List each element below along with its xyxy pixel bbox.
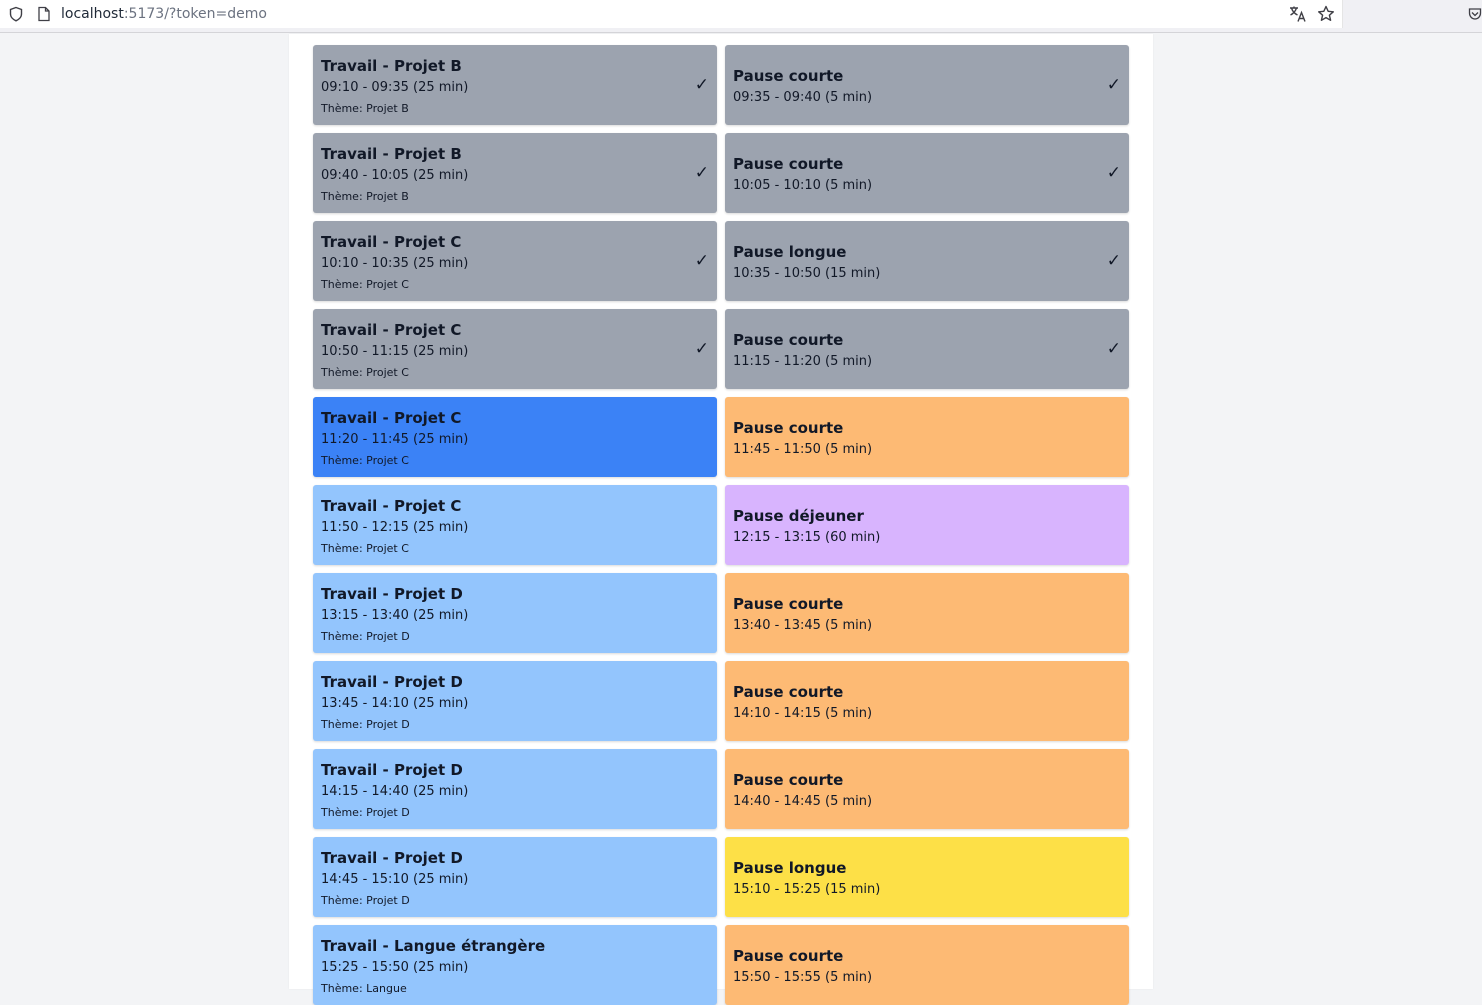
- session-title: Pause courte: [733, 771, 844, 789]
- checkmark-icon: ✓: [1106, 339, 1121, 359]
- session-theme: Thème: Projet C: [321, 454, 409, 467]
- work-session-card[interactable]: Travail - Projet D 13:15 - 13:40 (25 min)…: [313, 573, 717, 653]
- session-time: 13:45 - 14:10 (25 min): [321, 696, 469, 711]
- session-title: Travail - Projet D: [321, 761, 463, 779]
- session-title: Travail - Projet B: [321, 145, 462, 163]
- work-session-card[interactable]: Travail - Projet C 10:50 - 11:15 (25 min)…: [313, 309, 717, 389]
- session-title: Travail - Projet C: [321, 497, 462, 515]
- session-theme: Thème: Projet C: [321, 542, 409, 555]
- schedule-panel: Travail - Projet B 09:10 - 09:35 (25 min)…: [289, 34, 1153, 1005]
- session-time: 13:40 - 13:45 (5 min): [733, 618, 873, 633]
- session-title: Travail - Projet B: [321, 57, 462, 75]
- session-time: 12:15 - 13:15 (60 min): [733, 530, 881, 545]
- checkmark-icon: ✓: [694, 251, 709, 271]
- session-theme: Thème: Projet B: [321, 102, 409, 115]
- bookmark-star-icon[interactable]: [1316, 4, 1336, 24]
- session-theme: Thème: Projet D: [321, 894, 410, 907]
- session-title: Travail - Projet C: [321, 409, 462, 427]
- checkmark-icon: ✓: [694, 75, 709, 95]
- checkmark-icon: ✓: [694, 163, 709, 183]
- session-theme: Thème: Projet C: [321, 278, 409, 291]
- session-title: Pause longue: [733, 243, 847, 261]
- session-time: 10:50 - 11:15 (25 min): [321, 344, 469, 359]
- session-time: 11:50 - 12:15 (25 min): [321, 520, 469, 535]
- session-title: Travail - Langue étrangère: [321, 937, 546, 955]
- session-time: 14:40 - 14:45 (5 min): [733, 794, 873, 809]
- session-title: Travail - Projet D: [321, 673, 463, 691]
- break-card[interactable]: Pause courte 10:05 - 10:10 (5 min) ✓: [725, 133, 1129, 213]
- work-session-card[interactable]: Travail - Projet D 14:45 - 15:10 (25 min)…: [313, 837, 717, 917]
- break-card[interactable]: Pause longue 15:10 - 15:25 (15 min): [725, 837, 1129, 917]
- break-card[interactable]: Pause courte 15:50 - 15:55 (5 min): [725, 925, 1129, 1005]
- session-time: 15:25 - 15:50 (25 min): [321, 960, 469, 975]
- session-title: Pause courte: [733, 683, 844, 701]
- session-time: 10:05 - 10:10 (5 min): [733, 178, 873, 193]
- session-time: 15:50 - 15:55 (5 min): [733, 970, 873, 985]
- session-title: Travail - Projet C: [321, 321, 462, 339]
- work-session-card[interactable]: Travail - Projet B 09:40 - 10:05 (25 min)…: [313, 133, 717, 213]
- translate-icon[interactable]: [1288, 4, 1308, 24]
- work-session-card[interactable]: Travail - Projet C 11:20 - 11:45 (25 min)…: [313, 397, 717, 477]
- work-session-card[interactable]: Travail - Projet D 13:45 - 14:10 (25 min)…: [313, 661, 717, 741]
- session-title: Pause courte: [733, 67, 844, 85]
- session-theme: Thème: Projet C: [321, 366, 409, 379]
- break-card[interactable]: Pause courte 13:40 - 13:45 (5 min): [725, 573, 1129, 653]
- break-card[interactable]: Pause courte 14:40 - 14:45 (5 min): [725, 749, 1129, 829]
- session-theme: Thème: Projet D: [321, 806, 410, 819]
- session-time: 11:20 - 11:45 (25 min): [321, 432, 469, 447]
- url-text[interactable]: localhost:5173/?token=demo: [61, 5, 267, 23]
- session-time: 15:10 - 15:25 (15 min): [733, 882, 881, 897]
- work-session-card[interactable]: Travail - Projet B 09:10 - 09:35 (25 min)…: [313, 45, 717, 125]
- session-title: Pause courte: [733, 155, 844, 173]
- work-session-card[interactable]: Travail - Langue étrangère 15:25 - 15:50 …: [313, 925, 717, 1005]
- session-time: 09:35 - 09:40 (5 min): [733, 90, 873, 105]
- work-session-card[interactable]: Travail - Projet C 11:50 - 12:15 (25 min)…: [313, 485, 717, 565]
- session-title: Travail - Projet C: [321, 233, 462, 251]
- session-title: Pause courte: [733, 595, 844, 613]
- session-title: Pause déjeuner: [733, 507, 864, 525]
- break-card[interactable]: Pause courte 11:15 - 11:20 (5 min) ✓: [725, 309, 1129, 389]
- session-title: Travail - Projet D: [321, 585, 463, 603]
- session-time: 11:15 - 11:20 (5 min): [733, 354, 873, 369]
- checkmark-icon: ✓: [1106, 163, 1121, 183]
- page-icon: [38, 6, 50, 22]
- break-card[interactable]: Pause longue 10:35 - 10:50 (15 min) ✓: [725, 221, 1129, 301]
- session-time: 14:45 - 15:10 (25 min): [321, 872, 469, 887]
- session-title: Pause courte: [733, 419, 844, 437]
- browser-toolbar: localhost:5173/?token=demo: [0, 0, 1482, 33]
- break-card[interactable]: Pause courte 14:10 - 14:15 (5 min): [725, 661, 1129, 741]
- session-theme: Thème: Projet D: [321, 630, 410, 643]
- work-session-card[interactable]: Travail - Projet C 10:10 - 10:35 (25 min)…: [313, 221, 717, 301]
- break-card[interactable]: Pause courte 11:45 - 11:50 (5 min): [725, 397, 1129, 477]
- session-title: Pause longue: [733, 859, 847, 877]
- session-time: 14:15 - 14:40 (25 min): [321, 784, 469, 799]
- url-path: :5173/?token=demo: [123, 6, 267, 22]
- break-card[interactable]: Pause déjeuner 12:15 - 13:15 (60 min): [725, 485, 1129, 565]
- url-host: localhost: [61, 6, 124, 22]
- session-time: 14:10 - 14:15 (5 min): [733, 706, 873, 721]
- session-title: Pause courte: [733, 331, 844, 349]
- session-time: 11:45 - 11:50 (5 min): [733, 442, 873, 457]
- session-time: 09:10 - 09:35 (25 min): [321, 80, 469, 95]
- session-time: 13:15 - 13:40 (25 min): [321, 608, 469, 623]
- session-time: 10:35 - 10:50 (15 min): [733, 266, 881, 281]
- checkmark-icon: ✓: [694, 339, 709, 359]
- session-theme: Thème: Projet D: [321, 718, 410, 731]
- shield-icon[interactable]: [8, 6, 24, 22]
- work-session-card[interactable]: Travail - Projet D 14:15 - 14:40 (25 min)…: [313, 749, 717, 829]
- break-card[interactable]: Pause courte 09:35 - 09:40 (5 min) ✓: [725, 45, 1129, 125]
- session-time: 09:40 - 10:05 (25 min): [321, 168, 469, 183]
- session-theme: Thème: Projet B: [321, 190, 409, 203]
- session-title: Pause courte: [733, 947, 844, 965]
- session-time: 10:10 - 10:35 (25 min): [321, 256, 469, 271]
- session-title: Travail - Projet D: [321, 849, 463, 867]
- checkmark-icon: ✓: [1106, 251, 1121, 271]
- checkmark-icon: ✓: [1106, 75, 1121, 95]
- address-bar[interactable]: localhost:5173/?token=demo: [0, 0, 1343, 28]
- session-theme: Thème: Langue: [321, 982, 407, 995]
- pocket-icon[interactable]: [1468, 6, 1482, 22]
